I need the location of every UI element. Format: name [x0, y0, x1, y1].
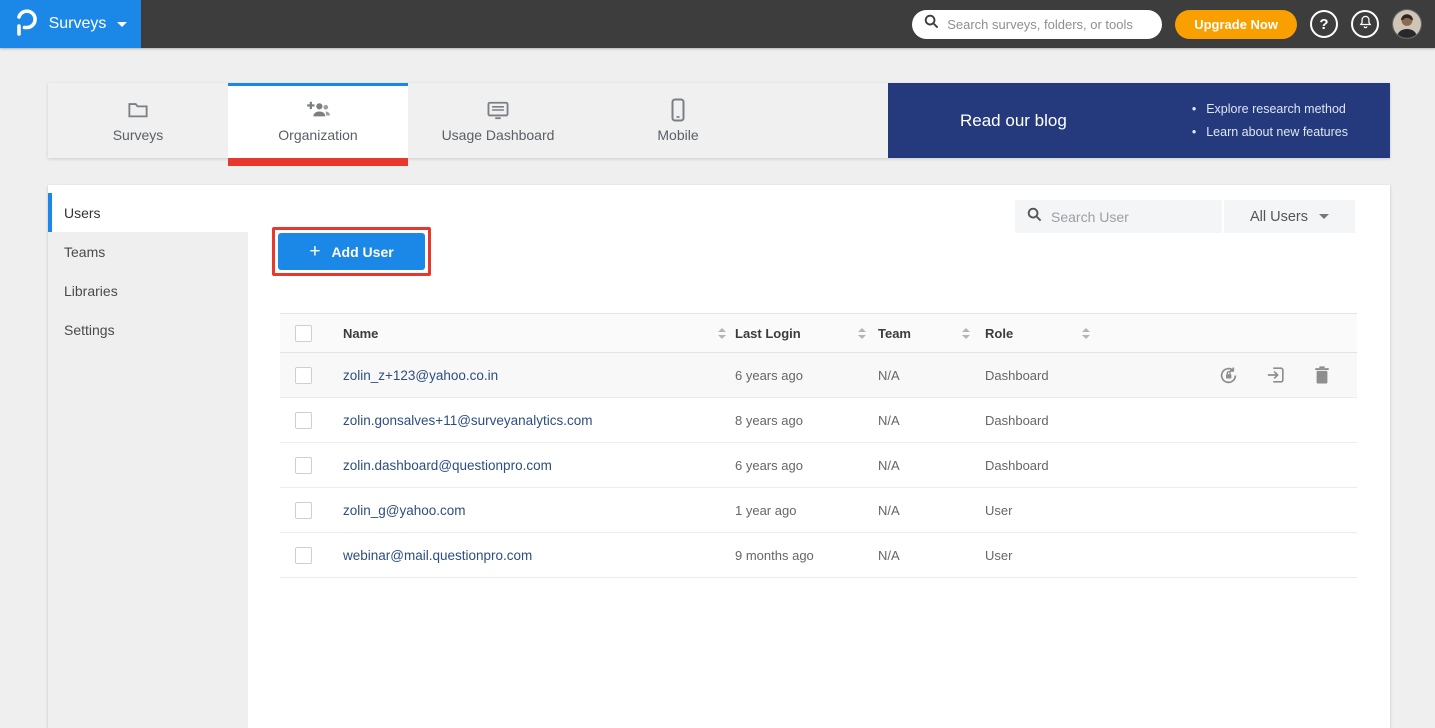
team-value: N/A [878, 368, 985, 383]
user-search[interactable] [1015, 200, 1222, 233]
product-switcher[interactable]: Surveys [0, 0, 141, 48]
row-checkbox[interactable] [295, 412, 312, 429]
sidebar-item-label: Libraries [64, 283, 118, 299]
user-filter-dropdown[interactable]: All Users [1224, 200, 1355, 233]
global-search[interactable] [912, 10, 1162, 39]
user-email-link[interactable]: zolin.dashboard@questionpro.com [328, 458, 735, 473]
add-group-icon [305, 98, 331, 122]
table-row: zolin_g@yahoo.com 1 year ago N/A User [280, 488, 1357, 533]
plus-icon: + [309, 242, 320, 261]
row-checkbox[interactable] [295, 367, 312, 384]
role-value: Dashboard [985, 413, 1100, 428]
notifications-button[interactable] [1351, 10, 1379, 38]
topbar: Surveys Upgrade Now ? [0, 0, 1435, 48]
organization-sidebar: Users Teams Libraries Settings [48, 193, 248, 728]
user-email-link[interactable]: webinar@mail.questionpro.com [328, 548, 735, 563]
sort-role-icon[interactable] [1082, 328, 1090, 339]
row-checkbox[interactable] [295, 547, 312, 564]
blog-banner[interactable]: Read our blog Explore research method Le… [888, 83, 1390, 158]
sidebar-item-label: Users [64, 205, 101, 221]
banner-bullet-list: Explore research method Learn about new … [1192, 98, 1348, 144]
tab-label: Mobile [657, 127, 698, 143]
dashboard-icon [486, 98, 510, 122]
table-row: zolin.dashboard@questionpro.com 6 years … [280, 443, 1357, 488]
users-panel: + Add User All Users [248, 193, 1390, 728]
sidebar-item-settings[interactable]: Settings [48, 310, 248, 349]
users-table-header: Name Last Login Team Role [280, 313, 1357, 353]
last-login-value: 8 years ago [735, 413, 878, 428]
delete-icon[interactable] [1313, 365, 1331, 385]
add-user-button[interactable]: + Add User [278, 233, 425, 270]
team-value: N/A [878, 458, 985, 473]
search-icon [1027, 207, 1042, 227]
last-login-value: 6 years ago [735, 458, 878, 473]
user-search-input[interactable] [1051, 209, 1232, 225]
role-value: Dashboard [985, 458, 1100, 473]
tab-label: Usage Dashboard [442, 127, 555, 143]
organization-tab-highlight-annotation [228, 158, 408, 166]
folder-icon [127, 98, 149, 122]
banner-bullet: Learn about new features [1192, 121, 1348, 144]
team-value: N/A [878, 413, 985, 428]
help-button[interactable]: ? [1310, 10, 1338, 38]
user-avatar[interactable] [1392, 9, 1422, 39]
last-login-value: 6 years ago [735, 368, 878, 383]
bell-icon [1358, 14, 1373, 34]
tab-label: Organization [278, 127, 357, 143]
tab-surveys[interactable]: Surveys [48, 83, 228, 158]
role-value: User [985, 548, 1100, 563]
user-email-link[interactable]: zolin_z+123@yahoo.co.in [328, 368, 735, 383]
banner-bullet: Explore research method [1192, 98, 1348, 121]
role-value: Dashboard [985, 368, 1100, 383]
content-card: Users Teams Libraries Settings + Add Use… [48, 185, 1390, 728]
user-filter-label: All Users [1250, 209, 1308, 225]
column-header-last-login: Last Login [735, 326, 801, 341]
column-header-role: Role [985, 326, 1013, 341]
last-login-value: 9 months ago [735, 548, 878, 563]
sidebar-item-label: Settings [64, 322, 115, 338]
user-email-link[interactable]: zolin_g@yahoo.com [328, 503, 735, 518]
table-row: zolin_z+123@yahoo.co.in 6 years ago N/A … [280, 353, 1357, 398]
last-login-value: 1 year ago [735, 503, 878, 518]
role-value: User [985, 503, 1100, 518]
sort-team-icon[interactable] [962, 328, 970, 339]
row-checkbox[interactable] [295, 457, 312, 474]
sort-last-login-icon[interactable] [858, 328, 866, 339]
add-user-label: Add User [331, 244, 393, 260]
row-checkbox[interactable] [295, 502, 312, 519]
upgrade-now-button[interactable]: Upgrade Now [1175, 10, 1297, 39]
table-row: zolin.gonsalves+11@surveyanalytics.com 8… [280, 398, 1357, 443]
sidebar-item-teams[interactable]: Teams [48, 232, 248, 271]
sort-name-icon[interactable] [718, 328, 726, 339]
add-user-highlight-annotation: + Add User [272, 227, 431, 276]
chevron-down-icon [117, 22, 127, 27]
team-value: N/A [878, 548, 985, 563]
sidebar-item-label: Teams [64, 244, 105, 260]
team-value: N/A [878, 503, 985, 518]
chevron-down-icon [1319, 214, 1329, 219]
column-header-team: Team [878, 326, 911, 341]
global-search-input[interactable] [947, 17, 1150, 32]
tab-organization[interactable]: Organization [228, 83, 408, 158]
sidebar-item-users[interactable]: Users [48, 193, 248, 232]
table-row: webinar@mail.questionpro.com 9 months ag… [280, 533, 1357, 578]
users-table: Name Last Login Team Role [280, 313, 1357, 578]
login-as-icon[interactable] [1266, 365, 1286, 385]
search-icon [924, 14, 939, 34]
tab-usage-dashboard[interactable]: Usage Dashboard [408, 83, 588, 158]
sidebar-item-libraries[interactable]: Libraries [48, 271, 248, 310]
tab-label: Surveys [113, 127, 164, 143]
user-email-link[interactable]: zolin.gonsalves+11@surveyanalytics.com [328, 413, 735, 428]
questionpro-logo-icon [14, 7, 38, 42]
reset-password-icon[interactable] [1218, 365, 1239, 386]
select-all-checkbox[interactable] [295, 325, 312, 342]
tab-mobile[interactable]: Mobile [588, 83, 768, 158]
product-label: Surveys [49, 15, 107, 33]
mobile-icon [670, 98, 686, 122]
banner-title: Read our blog [960, 111, 1067, 131]
column-header-name: Name [343, 326, 378, 341]
module-tabbar: Surveys Organization Usage Dashboard [48, 83, 1390, 158]
